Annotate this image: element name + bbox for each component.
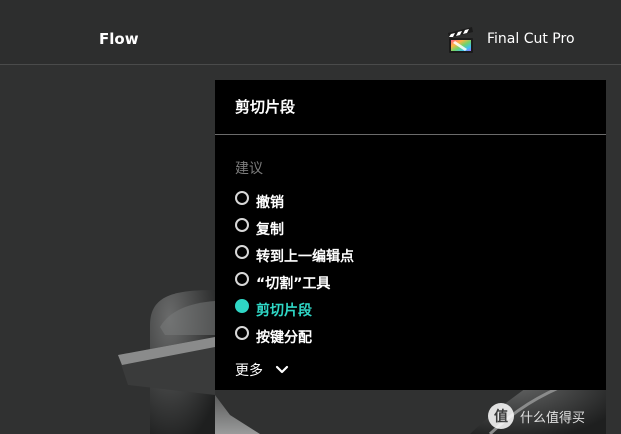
suggestions-heading: 建议	[235, 161, 263, 177]
final-cut-pro-clapper-icon	[448, 27, 473, 53]
panel-title: 剪切片段	[235, 98, 296, 116]
watermark-logo: 值	[488, 403, 514, 429]
option-label: 按键分配	[256, 329, 312, 346]
radio-button[interactable]	[235, 326, 249, 340]
action-panel: 剪切片段 建议 撤销 复制 转到上一编辑点 “切割”工具 剪切片段 按键分配 更…	[215, 80, 606, 390]
radio-button[interactable]	[235, 272, 249, 286]
more-button[interactable]: 更多	[235, 360, 289, 380]
radio-button[interactable]	[235, 245, 249, 259]
app-name: Final Cut Pro	[487, 31, 575, 47]
radio-button-selected[interactable]	[235, 299, 249, 313]
option-blade-tool[interactable]: “切割”工具	[235, 269, 354, 296]
option-undo[interactable]: 撤销	[235, 188, 354, 215]
more-label: 更多	[235, 363, 263, 379]
option-cut-clip[interactable]: 剪切片段	[235, 296, 354, 323]
action-options: 撤销 复制 转到上一编辑点 “切割”工具 剪切片段 按键分配	[235, 188, 354, 350]
radio-button[interactable]	[235, 218, 249, 232]
radio-button[interactable]	[235, 191, 249, 205]
watermark: 值 什么值得买	[488, 403, 585, 429]
option-label: 复制	[256, 221, 284, 238]
option-previous-edit[interactable]: 转到上一编辑点	[235, 242, 354, 269]
top-bar: Flow Final Cut Pro	[0, 0, 621, 65]
option-label: 转到上一编辑点	[256, 248, 354, 265]
option-copy[interactable]: 复制	[235, 215, 354, 242]
option-label: 撤销	[256, 194, 284, 211]
option-key-assignment[interactable]: 按键分配	[235, 323, 354, 350]
chevron-down-icon	[275, 365, 289, 374]
panel-divider	[215, 134, 606, 135]
option-label: 剪切片段	[256, 302, 312, 319]
option-label: “切割”工具	[256, 275, 331, 292]
watermark-text: 什么值得买	[520, 410, 586, 426]
page-title: Flow	[99, 30, 139, 48]
